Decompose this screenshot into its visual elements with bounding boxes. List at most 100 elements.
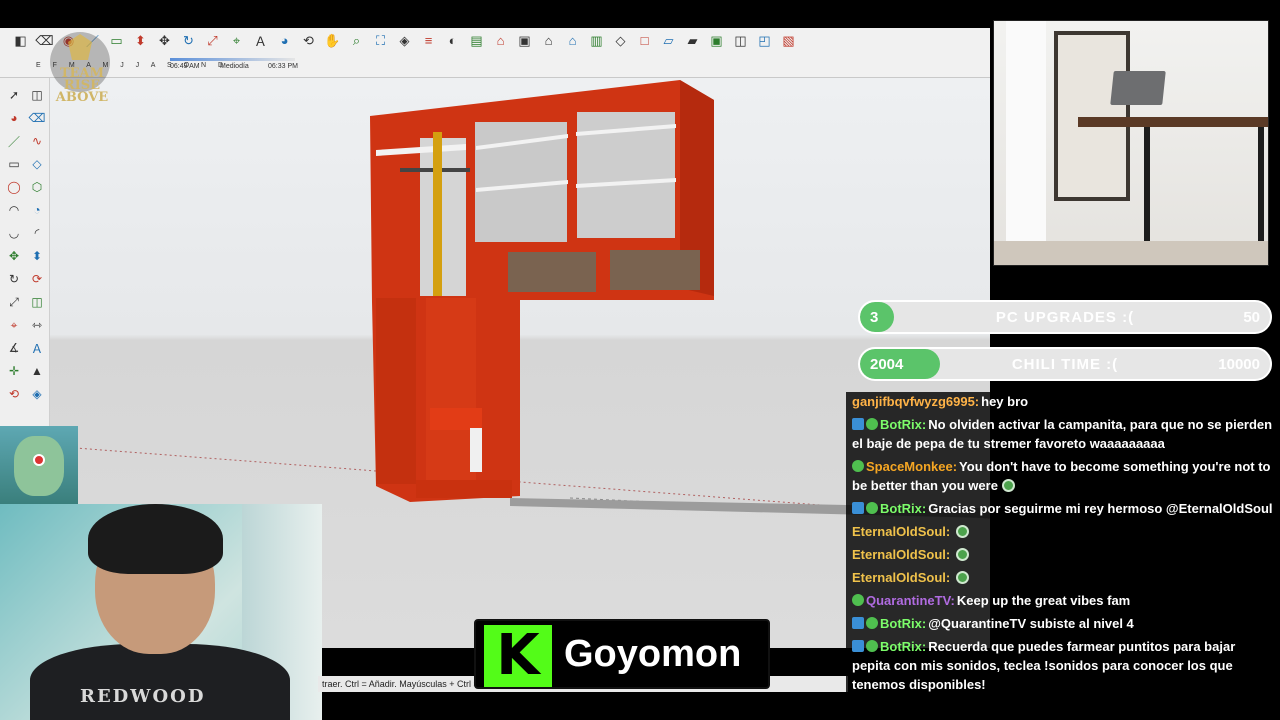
view-front-icon[interactable]: ▱ (658, 30, 679, 51)
home-icon[interactable]: ⌂ (562, 30, 583, 51)
arc2-icon[interactable]: ◜ (26, 222, 48, 244)
wireframe-icon[interactable]: ▧ (778, 30, 799, 51)
view-top-icon[interactable]: □ (634, 30, 655, 51)
kick-name-badge: K Goyomon (474, 619, 770, 689)
axes-icon[interactable]: ✛ (3, 360, 25, 382)
scale-icon[interactable]: ⤢ (3, 291, 25, 313)
goal-max: 10000 (1218, 356, 1260, 373)
pan-icon[interactable]: ✋ (322, 30, 343, 51)
scale-icon[interactable]: ⤢ (202, 30, 223, 51)
desk-image (993, 20, 1269, 266)
house-icon[interactable]: ⌂ (538, 30, 559, 51)
chat-username[interactable]: SpaceMonkee: (866, 459, 957, 474)
chat-username[interactable]: ganjifbqvfwyzg6995: (852, 394, 979, 409)
bot-badge-icon (852, 617, 864, 629)
scenes-icon[interactable]: ▤ (466, 30, 487, 51)
warehouse-icon[interactable]: ▥ (586, 30, 607, 51)
component-icon[interactable]: ▣ (514, 30, 535, 51)
chat-username[interactable]: QuarantineTV: (866, 593, 955, 608)
arc3-icon[interactable]: ◡ (3, 222, 25, 244)
chat-username[interactable]: EternalOldSoul: (852, 547, 950, 562)
chat-username[interactable]: BotRix: (880, 616, 926, 631)
dimension-icon[interactable]: ⇿ (26, 314, 48, 336)
chat-message: QuarantineTV: Keep up the great vibes fam (852, 591, 1274, 610)
chat-text: hey bro (981, 394, 1029, 409)
move-icon[interactable]: ✥ (154, 30, 175, 51)
desk-laptop-icon (1110, 71, 1166, 105)
logo-text: TEAM RISE ABOVE (55, 66, 109, 105)
paint-bucket-icon[interactable]: ◕ (274, 30, 295, 51)
desk-top (1078, 117, 1268, 127)
paint-icon[interactable]: ◕ (3, 107, 25, 129)
timeline-midday: Mediodía (220, 63, 249, 70)
verified-badge-icon (866, 640, 878, 652)
pie-icon[interactable]: ◔ (26, 199, 48, 221)
chat-message: ganjifbqvfwyzg6995: hey bro (852, 392, 1274, 411)
move-icon[interactable]: ✥ (3, 245, 25, 267)
view-back-icon[interactable]: ▣ (706, 30, 727, 51)
text-icon[interactable]: Ａ (250, 30, 271, 51)
chat-username[interactable]: EternalOldSoul: (852, 570, 950, 585)
select-icon[interactable]: ➚ (3, 84, 25, 106)
polygon-icon[interactable]: ⬡ (26, 176, 48, 198)
sketchup-toolbar: ◧ ⌫ ◉ ／ ▭ ⬍ ✥ ↻ ⤢ ⌖ Ａ ◕ ⟲ ✋ ⌕ ⛶ ◈ ≡ ◐ ▤ ⌂ ▣ ⌂ ⌂ ▥ ◇ □ ▱ ▰ ▣ ◫ ◰ ▧ E F M … (0, 28, 990, 78)
text-icon[interactable]: Ａ (26, 337, 48, 359)
section-icon[interactable]: ◈ (394, 30, 415, 51)
component-icon[interactable]: ◫ (26, 84, 48, 106)
line-icon[interactable]: ／ (3, 130, 25, 152)
styles-icon[interactable]: ◐ (442, 30, 463, 51)
eraser-icon[interactable]: ⌫ (26, 107, 48, 129)
webcam-feed: REDWOOD (0, 504, 322, 720)
protractor-icon[interactable]: ∡ (3, 337, 25, 359)
rotate-icon[interactable]: ↻ (178, 30, 199, 51)
select-icon[interactable]: ◧ (10, 30, 31, 51)
verified-badge-icon (866, 617, 878, 629)
offset-icon[interactable]: ◫ (26, 291, 48, 313)
webcam-person-shirt (30, 644, 290, 720)
tape-icon[interactable]: ⌖ (3, 314, 25, 336)
chat-username[interactable]: BotRix: (880, 417, 926, 432)
streamer-avatar (0, 426, 78, 504)
3d-text-icon[interactable]: ▲ (26, 360, 48, 382)
chat-message: EternalOldSoul: (852, 545, 1274, 564)
orbit-icon[interactable]: ⟲ (298, 30, 319, 51)
chat-username[interactable]: BotRix: (880, 639, 926, 654)
zoom-extents-icon[interactable]: ⛶ (370, 30, 391, 51)
orbit-icon[interactable]: ⟲ (3, 383, 25, 405)
rectangle-icon[interactable]: ▭ (3, 153, 25, 175)
tape-icon[interactable]: ⌖ (226, 30, 247, 51)
verified-badge-icon (852, 460, 864, 472)
push-pull-icon[interactable]: ⬍ (130, 30, 151, 51)
circle-icon[interactable]: ◯ (3, 176, 25, 198)
rotate-icon[interactable]: ↻ (3, 268, 25, 290)
layers-icon[interactable]: ≡ (418, 30, 439, 51)
arc-icon[interactable]: ◠ (3, 199, 25, 221)
avatar-eye-icon (33, 454, 45, 466)
verified-badge-icon (866, 502, 878, 514)
push-pull-icon[interactable]: ⬍ (26, 245, 48, 267)
rotated-rect-icon[interactable]: ◇ (26, 153, 48, 175)
left-tool-grid: ➚ ◫ ◕ ⌫ ／ ∿ ▭ ◇ ◯ ⬡ ◠ ◔ ◡ ◜ ✥ ⬍ ↻ ⟳ ⤢ ◫ ⌖ ⇿ ∡ Ａ ✛ ▲ ⟲ ◈ (0, 78, 49, 411)
timeline-slider[interactable] (170, 58, 295, 61)
chat-panel[interactable]: ganjifbqvfwyzg6995: hey bro BotRix: No olvi… (846, 392, 1280, 720)
team-logo: TEAM RISE ABOVE (48, 30, 112, 104)
goal-title: CHILI TIME :( (1011, 356, 1119, 373)
view-iso-icon[interactable]: ◇ (610, 30, 631, 51)
camera-icon[interactable]: ⌂ (490, 30, 511, 51)
chat-username[interactable]: EternalOldSoul: (852, 524, 950, 539)
desk-bookshelf (1054, 31, 1130, 201)
view-right-icon[interactable]: ▰ (682, 30, 703, 51)
goal-title: PC UPGRADES :( (995, 309, 1135, 326)
chat-message: BotRix: @QuarantineTV subiste al nivel 4 (852, 614, 1274, 633)
zoom-icon[interactable]: ⌕ (346, 30, 367, 51)
walk-icon[interactable]: ◈ (26, 383, 48, 405)
bot-badge-icon (852, 418, 864, 430)
chat-message: BotRix: No olviden activar la campanita, … (852, 415, 1274, 453)
stream-screen: ◧ ⌫ ◉ ／ ▭ ⬍ ✥ ↻ ⤢ ⌖ Ａ ◕ ⟲ ✋ ⌕ ⛶ ◈ ≡ ◐ ▤ ⌂ ▣ ⌂ ⌂ ▥ ◇ □ ▱ ▰ ▣ ◫ ◰ ▧ E F M … (0, 0, 1280, 720)
desk-floor (994, 241, 1268, 265)
xray-icon[interactable]: ◰ (754, 30, 775, 51)
freehand-icon[interactable]: ∿ (26, 130, 48, 152)
view-left-icon[interactable]: ◫ (730, 30, 751, 51)
chat-username[interactable]: BotRix: (880, 501, 926, 516)
follow-me-icon[interactable]: ⟳ (26, 268, 48, 290)
